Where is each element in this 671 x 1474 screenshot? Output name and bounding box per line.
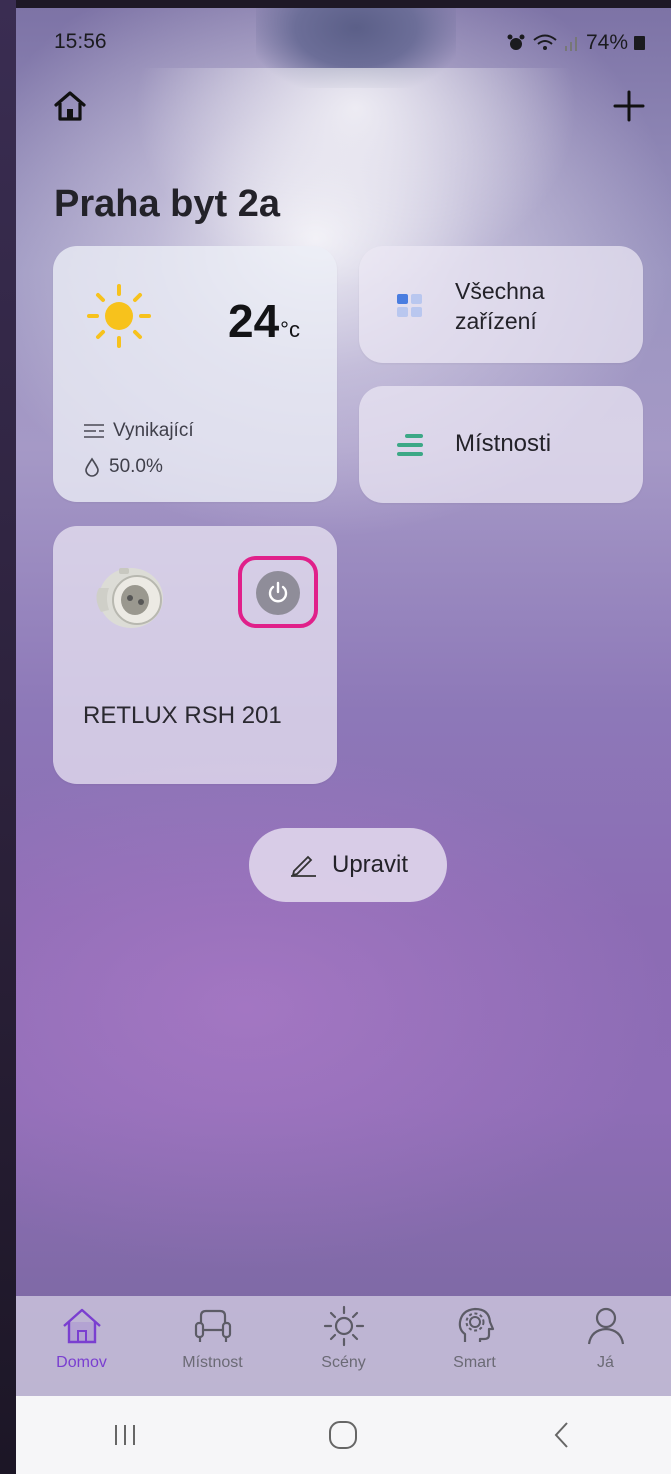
tab-ja[interactable]: Já (551, 1304, 661, 1396)
weather-condition: Vynikající (83, 420, 194, 442)
device-name: RETLUX RSH 201 (83, 702, 282, 729)
tab-label: Já (597, 1354, 614, 1371)
battery-percent: 74% (585, 31, 628, 54)
droplet-icon (85, 457, 99, 477)
air-quality-icon (84, 424, 104, 438)
device-frame (0, 0, 16, 1474)
wifi-icon (533, 34, 557, 50)
home-circle-icon (329, 1421, 358, 1449)
add-icon[interactable] (611, 88, 647, 124)
power-icon (268, 581, 288, 603)
smart-plug-image (96, 568, 163, 628)
temperature-value: 24 (228, 295, 280, 347)
tab-domov[interactable]: Domov (27, 1304, 137, 1396)
rooms-label: Místnosti (455, 430, 552, 457)
weather-condition-text: Vynikající (113, 420, 194, 441)
edit-button[interactable]: Upravit (249, 828, 447, 902)
back-chevron-icon (554, 1422, 568, 1448)
pencil-icon (290, 855, 316, 877)
tab-label: Místnost (182, 1354, 243, 1371)
sun-icon (87, 284, 151, 348)
device-card[interactable]: RETLUX RSH 201 (53, 526, 337, 784)
signal-icon (564, 37, 577, 51)
system-navigation-bar (16, 1396, 671, 1474)
sun-icon (323, 1305, 364, 1347)
humidity-value: 50.0% (109, 456, 163, 477)
recent-apps-icon (115, 1425, 136, 1445)
tab-mistnost[interactable]: Místnost (158, 1304, 268, 1396)
user-icon (587, 1307, 624, 1345)
bottom-tab-bar: Domov Místnost Scény Smart Já (16, 1296, 671, 1396)
tab-label: Domov (56, 1354, 107, 1371)
status-icons: 74% (506, 30, 645, 56)
power-button-highlight (238, 556, 318, 628)
all-devices-label: Všechna zařízení (455, 278, 545, 334)
tab-label: Smart (453, 1354, 496, 1371)
alarm-icon (507, 34, 525, 50)
temperature: 24°c (228, 294, 300, 348)
app-screen: 15:56 74% Praha byt 2a 24°c Vynikající 5… (16, 8, 671, 1474)
tab-label: Scény (321, 1354, 366, 1371)
page-title: Praha byt 2a (54, 183, 280, 225)
all-devices-card[interactable]: Všechna zařízení (359, 246, 643, 363)
temperature-unit: °c (280, 317, 300, 342)
armchair-icon (194, 1309, 231, 1342)
home-icon[interactable] (52, 88, 88, 124)
brain-gear-icon (458, 1307, 494, 1342)
home-icon (62, 1308, 101, 1344)
back-button[interactable] (522, 1420, 602, 1450)
humidity: 50.0% (83, 456, 163, 478)
recent-apps-button[interactable] (85, 1422, 165, 1448)
rooms-list-icon (397, 434, 423, 456)
tab-sceny[interactable]: Scény (289, 1304, 399, 1396)
battery-icon (634, 36, 645, 50)
status-time: 15:56 (54, 30, 107, 53)
home-nav-button[interactable] (303, 1420, 383, 1450)
weather-card[interactable]: 24°c Vynikající 50.0% (53, 246, 337, 502)
grid-icon (397, 294, 422, 317)
status-bar: 15:56 74% (54, 30, 645, 56)
tab-smart[interactable]: Smart (420, 1304, 530, 1396)
rooms-card[interactable]: Místnosti (359, 386, 643, 503)
power-button[interactable] (256, 571, 300, 615)
edit-button-label: Upravit (331, 851, 409, 878)
